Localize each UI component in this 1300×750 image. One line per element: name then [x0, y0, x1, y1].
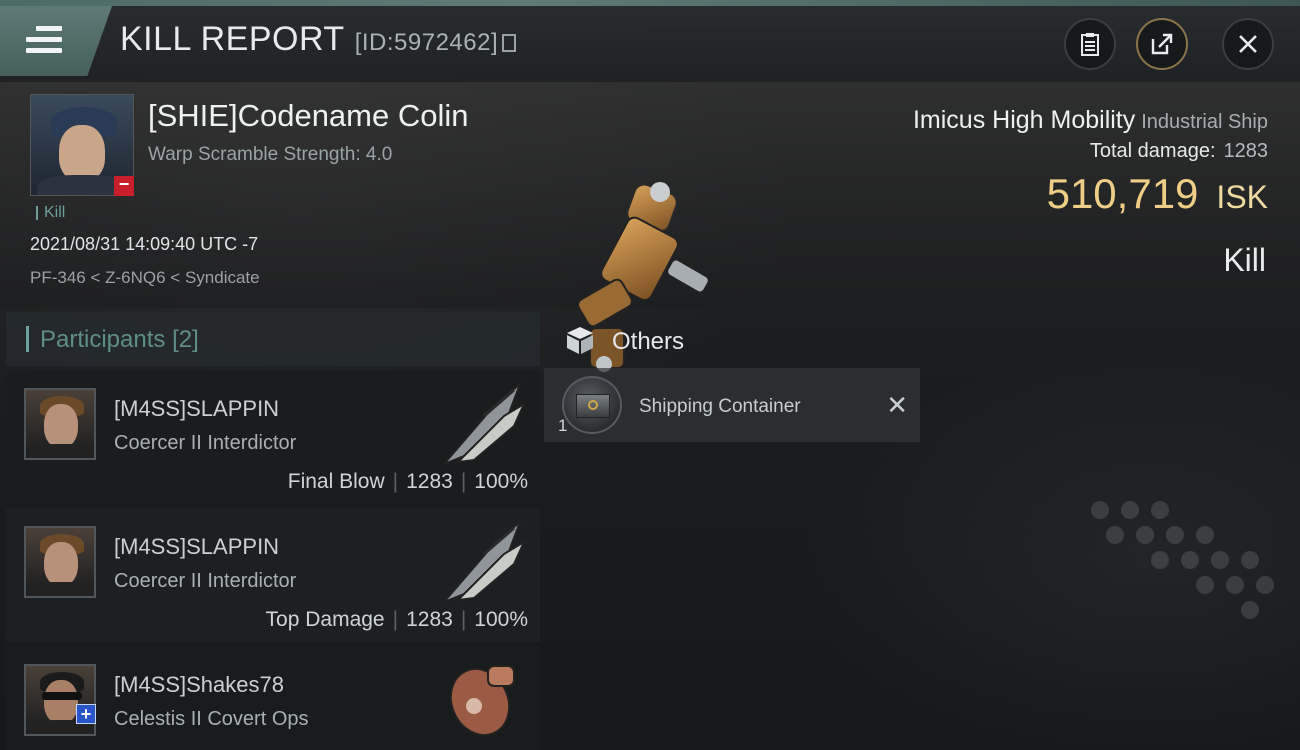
- participant-role: Top Damage: [265, 608, 385, 631]
- menu-icon: [26, 26, 62, 54]
- shipping-container-icon: [562, 376, 622, 434]
- isk-unit: ISK: [1216, 179, 1268, 215]
- result-label: Kill: [1223, 242, 1266, 278]
- kill-datetime: 2021/08/31 14:09:40 UTC -7: [30, 234, 259, 254]
- participant-percent: 100%: [474, 470, 528, 493]
- participant-stats: Top Damage | 1283 | 100%: [265, 608, 528, 631]
- remove-icon: −: [114, 175, 134, 196]
- participant-avatar: [24, 388, 96, 460]
- participant-row[interactable]: [M4SS]SLAPPIN Coercer II Interdictor Fin…: [6, 370, 540, 504]
- participants-title: Participants: [40, 326, 166, 353]
- report-id: [ID:5972462]: [354, 29, 499, 56]
- title-text: KILL REPORT: [120, 20, 345, 58]
- participant-ship-image: [449, 665, 515, 737]
- participant-ship: Coercer II Interdictor: [114, 570, 297, 592]
- total-damage: Total damage: 1283: [1090, 140, 1268, 163]
- participant-ship: Coercer II Interdictor: [114, 432, 297, 454]
- participant-name: [M4SS]SLAPPIN: [114, 534, 280, 559]
- participant-row[interactable]: [M4SS]SLAPPIN Coercer II Interdictor Top…: [6, 508, 540, 642]
- item-name: Shipping Container: [639, 396, 801, 417]
- copy-icon[interactable]: [502, 34, 517, 52]
- participant-name: [M4SS]Shakes78: [114, 672, 284, 697]
- participants-header: Participants [2]: [6, 312, 540, 366]
- participant-avatar: [24, 526, 96, 598]
- menu-button[interactable]: [0, 6, 112, 76]
- others-header: Others: [544, 316, 864, 366]
- cube-icon: [567, 327, 593, 354]
- participant-damage: 1283: [406, 470, 453, 493]
- page-title: KILL REPORT [ID:5972462]: [120, 20, 517, 59]
- item-row[interactable]: 1 Shipping Container ✕: [544, 368, 920, 442]
- participants-count: [2]: [172, 326, 199, 353]
- destroyed-icon: ✕: [886, 390, 908, 420]
- kill-location: PF-346 < Z-6NQ6 < Syndicate: [30, 268, 260, 287]
- participant-row[interactable]: + [M4SS]Shakes78 Celestis II Covert Ops: [6, 646, 540, 750]
- clipboard-button[interactable]: [1064, 18, 1116, 70]
- victim-name[interactable]: [SHIE]Codename Colin: [148, 98, 469, 134]
- decorative-dots: [1091, 501, 1274, 619]
- participant-percent: 100%: [474, 608, 528, 631]
- victim-ship-name[interactable]: Imicus High Mobility Industrial Ship: [913, 106, 1268, 135]
- isk-amount: 510,719: [1046, 170, 1199, 217]
- clipboard-icon: [1081, 33, 1099, 56]
- warp-scramble-strength: Warp Scramble Strength: 4.0: [148, 144, 393, 165]
- close-button[interactable]: [1222, 18, 1274, 70]
- participant-ship-image: [443, 518, 527, 603]
- participant-stats: Final Blow | 1283 | 100%: [287, 470, 528, 493]
- item-quantity: 1: [558, 416, 568, 435]
- ship-name-text: Imicus High Mobility: [912, 106, 1136, 134]
- share-icon: [1151, 33, 1173, 55]
- share-button[interactable]: [1136, 18, 1188, 70]
- plus-icon: +: [76, 704, 96, 724]
- ship-class: Industrial Ship: [1141, 111, 1268, 133]
- isk-value: 510,719 ISK: [1047, 170, 1268, 218]
- kill-tag: Kill: [36, 205, 65, 221]
- participant-role: Final Blow: [287, 470, 385, 493]
- header-bar: KILL REPORT [ID:5972462]: [0, 6, 1300, 82]
- participant-damage: 1283: [406, 608, 453, 631]
- total-damage-value: 1283: [1223, 140, 1269, 162]
- total-damage-label: Total damage:: [1089, 140, 1216, 162]
- participant-ship-image: [443, 380, 527, 465]
- participant-name: [M4SS]SLAPPIN: [114, 396, 280, 421]
- participant-ship: Celestis II Covert Ops: [114, 708, 309, 730]
- kill-summary: [SHIE]Codename Colin Warp Scramble Stren…: [0, 82, 1300, 372]
- participant-avatar: [24, 664, 96, 736]
- others-title: Others: [612, 328, 685, 355]
- close-icon: [1239, 35, 1257, 53]
